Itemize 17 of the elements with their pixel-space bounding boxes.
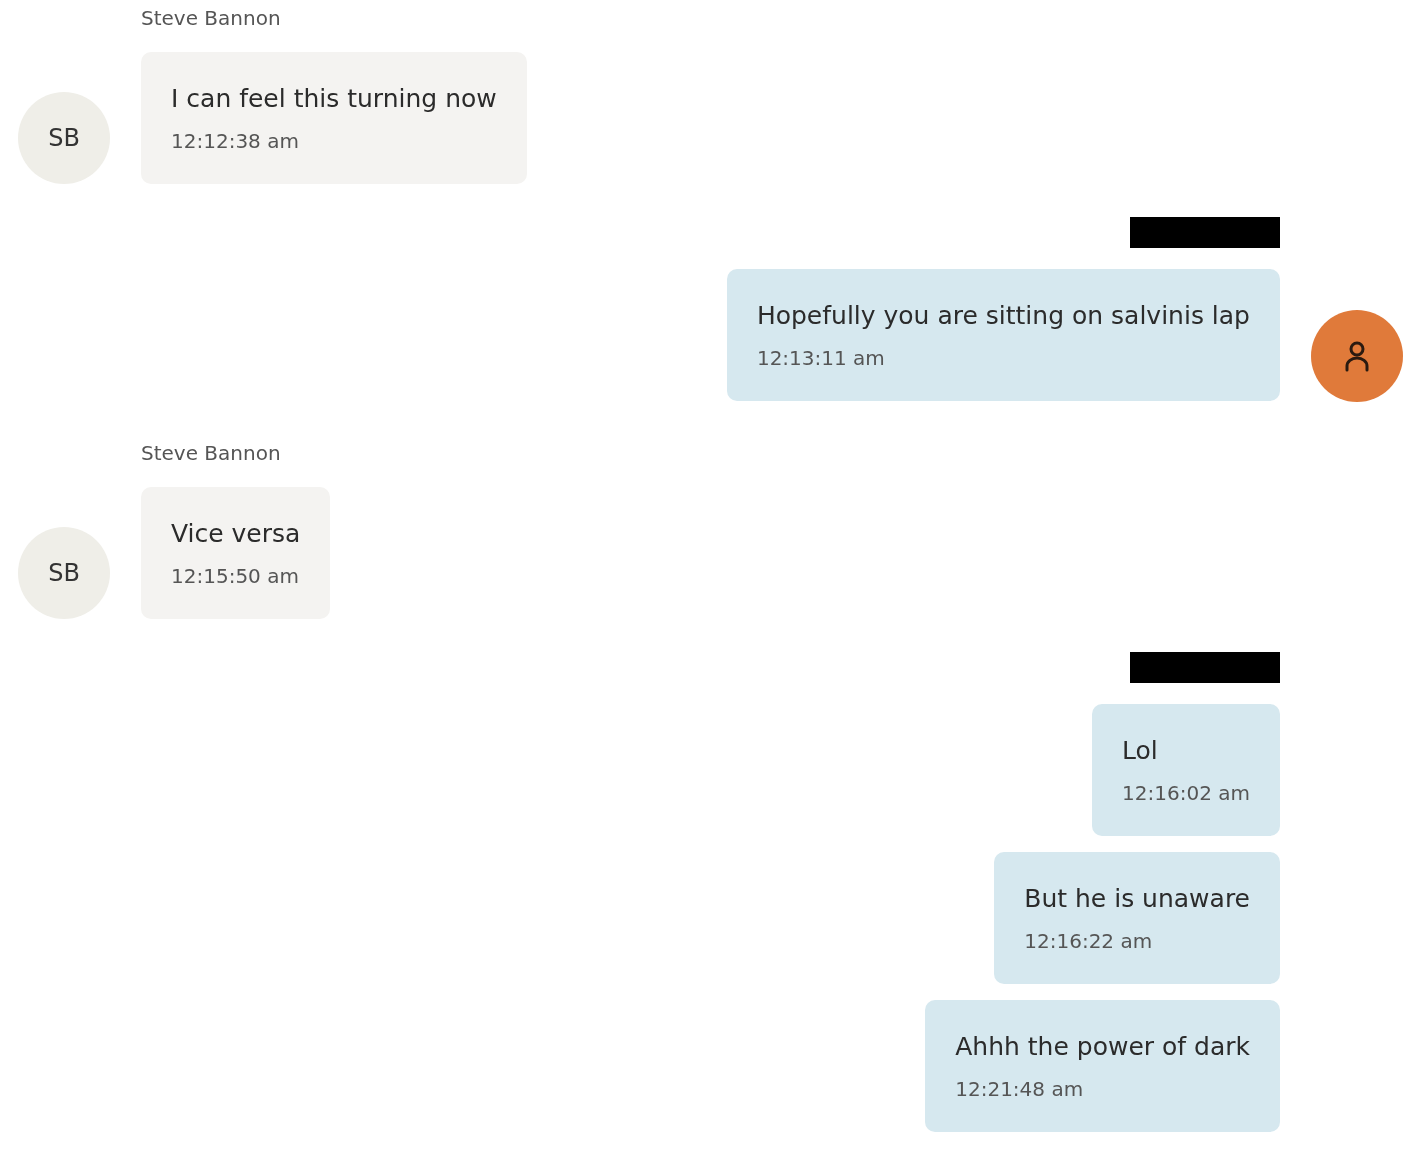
message-time: 12:12:38 am <box>171 128 300 155</box>
message-time: 12:15:50 am <box>171 563 300 590</box>
person-icon <box>1344 340 1370 372</box>
avatar: SB <box>18 527 110 619</box>
sender-name: Steve Bannon <box>141 440 282 467</box>
message-time: 12:13:11 am <box>756 345 886 372</box>
message-text: Ahhh the power of dark <box>955 1031 1250 1063</box>
message-time: 12:16:02 am <box>1122 780 1250 807</box>
message-text: Hopefully you are sitting on salvinis lap <box>756 300 1250 332</box>
message-time: 12:16:22 am <box>1024 928 1154 955</box>
message-text: I can feel this turning now <box>171 83 497 115</box>
message-text: Vice versa <box>171 518 301 550</box>
message-text: But he is unaware <box>1024 883 1250 915</box>
avatar: SB <box>18 92 110 184</box>
sender-name: Steve Bannon <box>141 5 282 32</box>
message-time: 12:21:48 am <box>955 1076 1085 1103</box>
message-text: Lol <box>1122 735 1159 767</box>
